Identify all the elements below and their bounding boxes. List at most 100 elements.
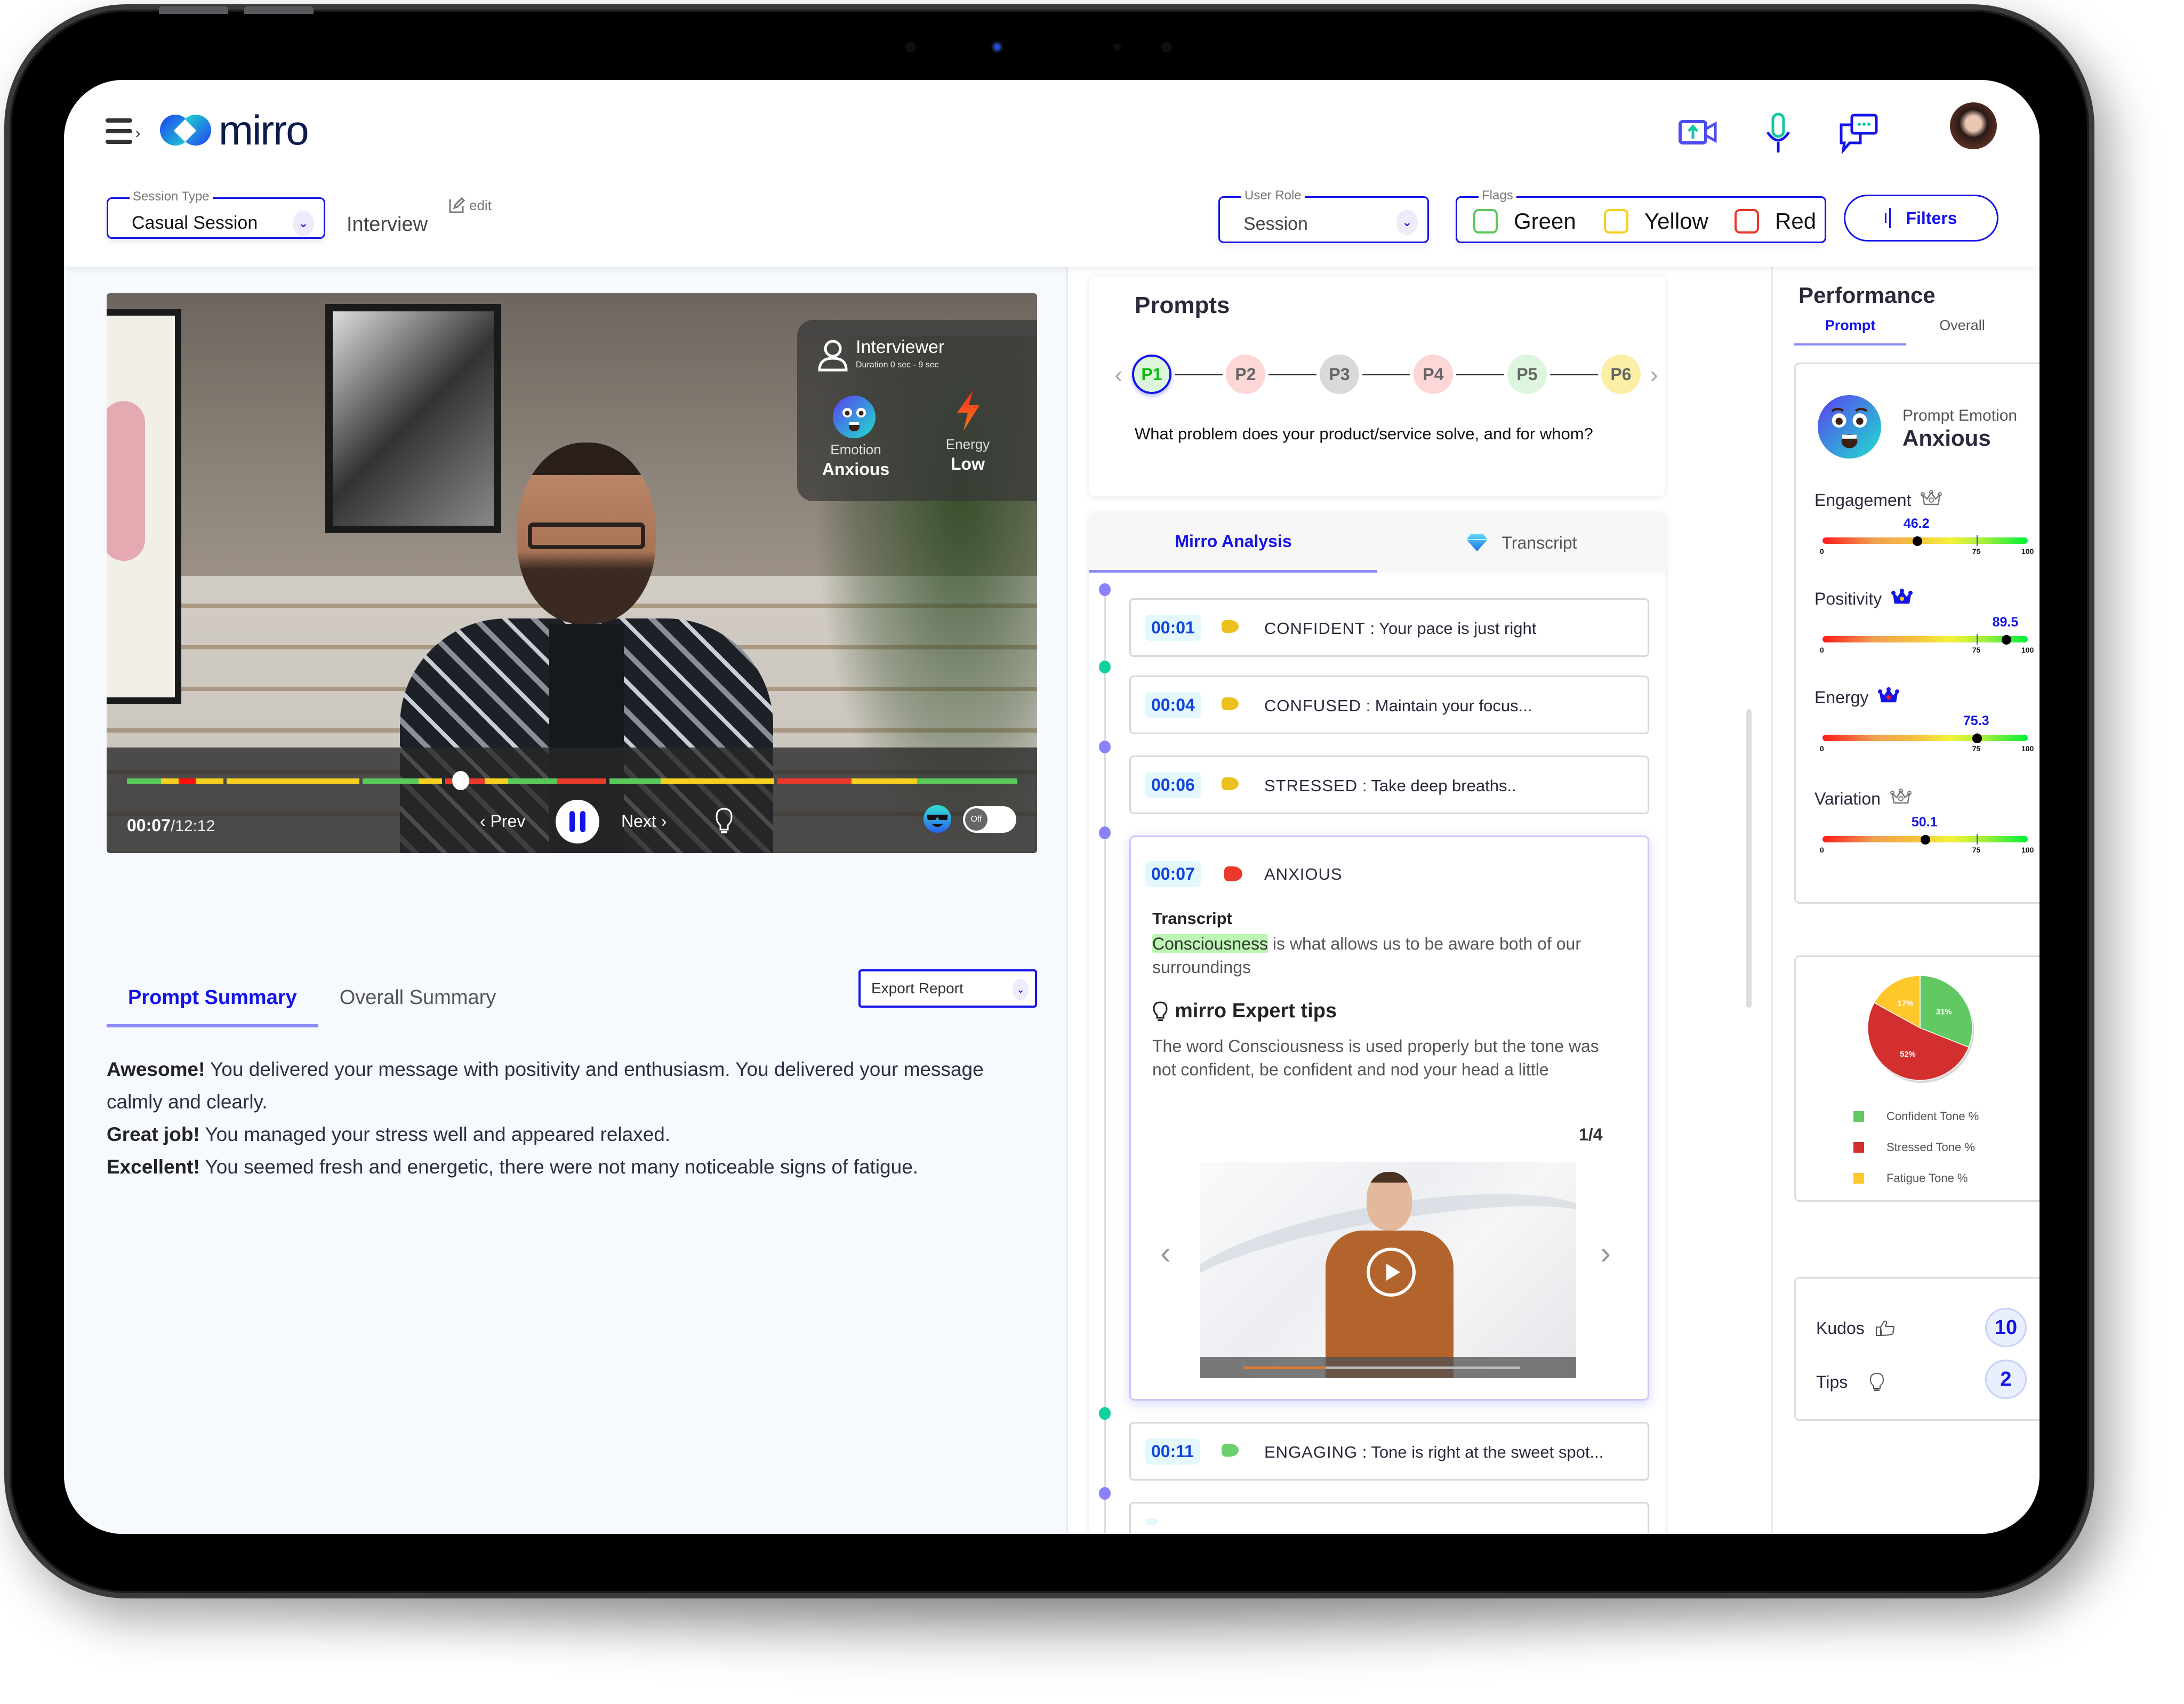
expanded-event-card[interactable]: 00:07 ANXIOUS Transcript Consciousness i…	[1129, 835, 1649, 1401]
filters-button[interactable]: Filters	[1844, 195, 1998, 242]
gauge-target-tick	[1976, 634, 1978, 645]
tab-prompt[interactable]: Prompt	[1794, 317, 1906, 345]
timeline-segment	[557, 778, 607, 784]
chat-icon[interactable]	[1837, 111, 1880, 154]
anxious-face-icon	[833, 396, 876, 438]
analysis-event[interactable]	[1129, 1502, 1649, 1534]
next-button[interactable]: Next ›	[621, 811, 667, 831]
tab-overall[interactable]: Overall	[1906, 317, 2018, 345]
legend-swatch	[1853, 1111, 1864, 1122]
expert-tip-video[interactable]	[1200, 1162, 1576, 1378]
lightbulb-icon[interactable]	[714, 807, 734, 836]
analysis-event[interactable]: 00:04 CONFUSED : Maintain your focus...	[1129, 676, 1649, 734]
toggle-knob: Off	[965, 808, 987, 831]
legend-item[interactable]: Confident Tone %	[1853, 1110, 1979, 1123]
emotion-timeline[interactable]	[127, 778, 1017, 784]
event-timestamp[interactable]: 00:04	[1145, 692, 1201, 718]
overlay-toggle[interactable]: Off	[963, 806, 1016, 833]
prompt-chip-p2[interactable]: P2	[1226, 355, 1265, 394]
timeline-segment	[660, 778, 775, 784]
timeline-segment	[484, 778, 508, 784]
legend-item[interactable]: Stressed Tone %	[1853, 1140, 1979, 1154]
legend-item[interactable]: Fatigue Tone %	[1853, 1171, 1979, 1185]
stepper-connector	[1268, 373, 1316, 375]
time-readout: 00:07/12:12	[127, 816, 215, 835]
emotion-overlay-card: Interviewer Duration 0 sec - 9 sec Emoti…	[797, 320, 1037, 501]
chevron-down-icon: ⌄	[293, 211, 314, 236]
cool-face-icon[interactable]	[922, 804, 952, 834]
event-timestamp[interactable]	[1145, 1518, 1158, 1525]
prev-button[interactable]: ‹ Prev	[480, 811, 525, 831]
carousel-next-button[interactable]: ›	[1600, 1234, 1611, 1271]
mini-video-progress[interactable]	[1243, 1367, 1520, 1369]
edit-session-name-button[interactable]: edit	[448, 196, 492, 214]
tab-overall-summary[interactable]: Overall Summary	[318, 986, 518, 1027]
gauge-marker	[1920, 835, 1930, 845]
user-role-value: Session	[1243, 214, 1308, 234]
video-player[interactable]: Interviewer Duration 0 sec - 9 sec Emoti…	[107, 293, 1037, 853]
flag-red-checkbox[interactable]: Red	[1735, 208, 1816, 234]
speaker-role: Interviewer	[856, 337, 945, 357]
analysis-event[interactable]: 00:01 CONFIDENT : Your pace is just right	[1129, 598, 1649, 657]
carousel-prev-button[interactable]: ‹	[1160, 1234, 1171, 1271]
tab-transcript[interactable]: Transcript	[1377, 513, 1665, 573]
user-avatar[interactable]	[1950, 102, 1997, 149]
menu-toggle[interactable]: ›	[106, 118, 143, 147]
menu-icon	[106, 129, 132, 133]
event-emotion: CONFIDENT	[1264, 619, 1366, 638]
timeline-segment	[227, 778, 359, 784]
event-text: ENGAGING : Tone is right at the sweet sp…	[1264, 1443, 1603, 1462]
video-frame-image	[107, 309, 181, 704]
kudos-label: Kudos	[1816, 1319, 1865, 1338]
legend-swatch	[1853, 1173, 1864, 1184]
flag-yellow-checkbox[interactable]: Yellow	[1604, 208, 1708, 234]
export-report-select[interactable]: Export Report ⌄	[858, 969, 1037, 1008]
prompt-chip-p6[interactable]: P6	[1601, 355, 1641, 394]
summary-body-text: You seemed fresh and energetic, there we…	[199, 1156, 919, 1178]
expert-tips-title: mirro Expert tips	[1175, 1000, 1337, 1022]
microphone-icon[interactable]	[1757, 111, 1800, 154]
prev-label: Prev	[490, 811, 526, 831]
timeline-rail	[1104, 593, 1106, 1534]
total-time: 12:12	[175, 817, 215, 835]
emotion-metrics-card: Prompt Emotion Anxious Engagement 46.2 0 75…	[1794, 363, 2040, 904]
play-button[interactable]	[1367, 1248, 1416, 1297]
event-emotion: CONFUSED	[1264, 696, 1361, 715]
prompt-prev-button[interactable]: ‹	[1105, 360, 1132, 389]
logo-text: mirro	[219, 107, 309, 154]
play-icon	[1386, 1264, 1400, 1281]
event-timestamp[interactable]: 00:11	[1145, 1438, 1201, 1465]
metric-value: 46.2	[1903, 516, 1930, 531]
prompt-next-button[interactable]: ›	[1641, 360, 1667, 389]
timeline-segment	[777, 778, 852, 784]
prompt-chip-p1[interactable]: P1	[1132, 355, 1171, 394]
flag-label: Green	[1514, 208, 1576, 234]
prompt-chip-p3[interactable]: P3	[1320, 355, 1359, 394]
event-timestamp[interactable]: 00:07	[1145, 861, 1201, 887]
user-role-select[interactable]: User Role Session ⌄	[1218, 188, 1429, 243]
export-report-label: Export Report	[871, 980, 963, 996]
prompt-chip-p5[interactable]: P5	[1507, 355, 1547, 394]
analysis-event[interactable]: 00:11 ENGAGING : Tone is right at the swe…	[1129, 1422, 1649, 1481]
app-logo[interactable]: mirro	[160, 107, 309, 154]
flag-icon	[1222, 620, 1239, 633]
analysis-scrollbar[interactable]	[1746, 709, 1752, 1008]
tab-prompt-summary[interactable]: Prompt Summary	[107, 986, 318, 1027]
analysis-event[interactable]: 00:06 STRESSED : Take deep breaths..	[1129, 755, 1649, 814]
session-type-select[interactable]: Session Type Casual Session ⌄	[107, 189, 325, 239]
prompt-chip-p4[interactable]: P4	[1414, 355, 1453, 394]
metric-energy: Energy 75.3 0 75 100	[1814, 687, 2038, 777]
timeline-scrubber[interactable]	[452, 771, 470, 790]
flag-green-checkbox[interactable]: Green	[1473, 208, 1576, 234]
filters-label: Filters	[1906, 208, 1957, 228]
pause-button[interactable]	[556, 800, 599, 843]
event-timestamp[interactable]: 00:06	[1145, 772, 1201, 798]
prompt-stepper: ‹ P1 P2 P3 P4 P5 P6 ›	[1105, 355, 1667, 394]
event-text: STRESSED : Take deep breaths..	[1264, 776, 1516, 795]
event-timestamp[interactable]: 00:01	[1145, 615, 1201, 641]
prompts-card: Prompts ‹ P1 P2 P3 P4 P5 P6 › What problem doe…	[1089, 277, 1665, 496]
kudos-row: Kudos	[1816, 1319, 1896, 1338]
gauge-mid-label: 75	[1972, 744, 1981, 753]
tab-mirro-analysis[interactable]: Mirro Analysis	[1089, 513, 1377, 573]
video-upload-icon[interactable]	[1677, 111, 1720, 154]
